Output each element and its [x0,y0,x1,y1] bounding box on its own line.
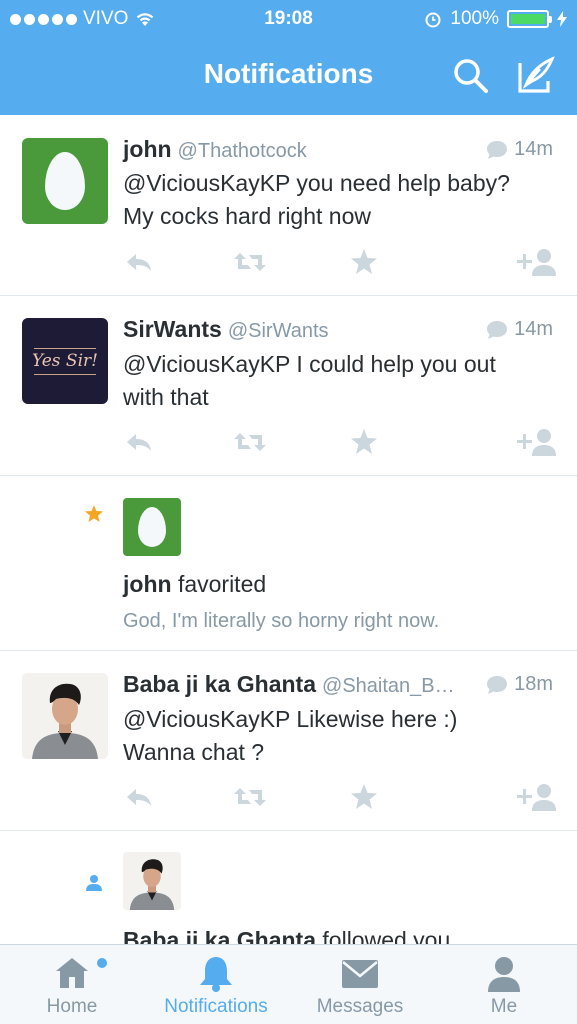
favorite-star-icon[interactable] [347,247,381,277]
tweet-line: with that [123,384,209,410]
notification-row[interactable]: john @Thathotcock 14m @ViciousKayKP you n… [0,115,577,296]
retweet-icon[interactable] [233,427,267,457]
follow-add-icon[interactable] [515,427,557,457]
alarm-icon [425,12,441,28]
avatar-text: Yes Sir! [32,351,98,371]
battery-percent: 100% [450,8,499,29]
tweet-actions [123,782,563,812]
search-icon[interactable] [452,57,490,95]
actor-name[interactable]: Baba ji ka Ghanta [123,927,316,944]
author-name[interactable]: Baba ji ka Ghanta [123,671,316,697]
tweet-text: @ViciousKayKP Likewise here :) Wanna cha… [123,703,553,769]
notification-row[interactable]: Baba ji ka Ghanta @Shaitan_B… 18m @Viciou… [0,651,577,831]
author-name[interactable]: SirWants [123,316,222,342]
favorite-star-icon[interactable] [347,427,381,457]
tweet-meta: 14m [486,318,553,341]
unread-dot [97,958,107,968]
tab-label: Notifications [164,996,268,1017]
author-handle: @SirWants [227,320,329,342]
reply-icon[interactable] [123,427,157,457]
notification-row[interactable]: john favorited God, I'm literally so hor… [0,476,577,651]
tweet-actions [123,427,563,457]
reply-icon[interactable] [123,247,157,277]
tweet-time: 14m [514,318,553,340]
home-icon [56,958,88,988]
tweet-time: 18m [514,673,553,695]
notification-event: Baba ji ka Ghanta followed you [123,927,450,944]
charging-icon [557,11,567,27]
notification-row[interactable]: Baba ji ka Ghanta followed you [0,831,577,944]
top-bar: VIVO 19:08 100% Notifications [0,0,577,115]
author-handle: @Shaitan_B… [322,675,455,697]
notification-event: john favorited [123,571,266,598]
profile-photo [22,673,108,759]
compose-tweet-icon[interactable] [516,55,556,95]
status-right: 100% [424,8,567,30]
retweet-icon[interactable] [233,247,267,277]
reply-bubble-icon [487,140,508,159]
person-follow-icon [86,875,102,891]
tweet-line: @ViciousKayKP Likewise here :) [123,706,458,732]
favorite-star-icon [85,505,103,522]
avatar[interactable] [123,852,181,910]
avatar[interactable] [22,138,108,224]
person-icon [488,957,520,992]
profile-photo [123,852,181,910]
reply-icon[interactable] [123,782,157,812]
favorited-tweet-text[interactable]: God, I'm literally so horny right now. [123,610,439,633]
tweet-text: @ViciousKayKP you need help baby? My coc… [123,167,553,233]
favorite-star-icon[interactable] [347,782,381,812]
tab-messages[interactable]: Messages [288,945,432,1024]
tab-home[interactable]: Home [0,945,144,1024]
author-name[interactable]: john [123,136,172,162]
tweet-line: @ViciousKayKP I could help you out [123,351,496,377]
avatar[interactable] [123,498,181,556]
tab-notifications[interactable]: Notifications [144,945,288,1024]
status-bar: VIVO 19:08 100% [0,0,577,38]
notifications-feed[interactable]: john @Thathotcock 14m @ViciousKayKP you n… [0,115,577,944]
tweet-author[interactable]: Baba ji ka Ghanta @Shaitan_B… [123,671,455,698]
tab-bar: Home Notifications Messages Me [0,944,577,1024]
tweet-time: 14m [514,138,553,160]
reply-bubble-icon [487,675,508,694]
tweet-meta: 18m [486,673,553,696]
follow-add-icon[interactable] [515,247,557,277]
tweet-text: @ViciousKayKP I could help you out with … [123,348,553,414]
envelope-icon [342,960,378,988]
avatar[interactable]: Yes Sir! [22,318,108,404]
tweet-line: My cocks hard right now [123,203,371,229]
tab-label: Home [46,996,98,1017]
reply-bubble-icon [487,320,508,339]
tweet-actions [123,247,563,277]
tweet-author[interactable]: SirWants @SirWants [123,316,329,343]
follow-add-icon[interactable] [515,782,557,812]
author-handle: @Thathotcock [177,140,307,162]
avatar[interactable] [22,673,108,759]
event-action: favorited [177,571,267,597]
tweet-line: @ViciousKayKP you need help baby? [123,170,510,196]
tweet-line: Wanna chat ? [123,739,265,765]
retweet-icon[interactable] [233,782,267,812]
tab-me[interactable]: Me [432,945,576,1024]
tab-label: Messages [316,996,404,1017]
tweet-meta: 14m [486,138,553,161]
event-action: followed you [322,927,451,944]
battery-icon [507,10,552,28]
tweet-author[interactable]: john @Thathotcock [123,136,307,163]
actor-name[interactable]: john [123,571,172,597]
tab-label: Me [490,996,518,1017]
page-title: Notifications [203,58,374,89]
notification-row[interactable]: Yes Sir! SirWants @SirWants 14m @ViciousK… [0,296,577,476]
bell-icon [200,957,232,992]
